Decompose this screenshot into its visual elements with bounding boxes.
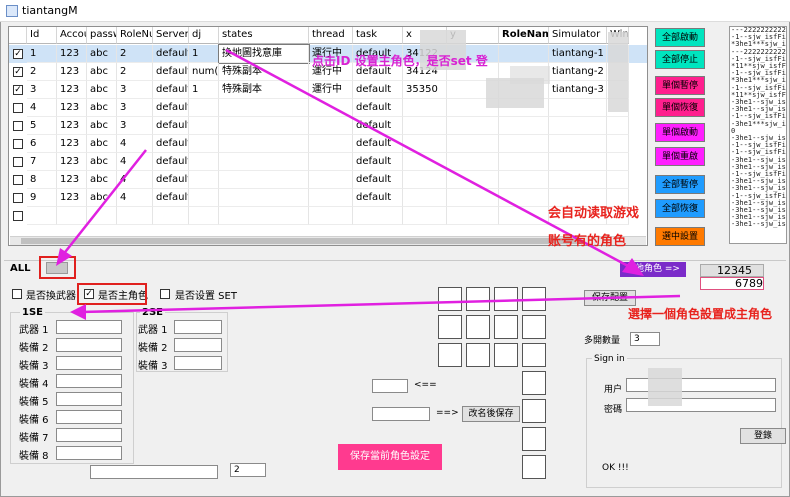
annotation-auto-read-1: 会自动读取游戏 (548, 206, 640, 221)
annotation-auto-read-2: 账号有的角色 (548, 234, 627, 249)
annotation-click-id: 点击ID 设置主角色，是否set 登 (312, 54, 488, 68)
annotation-choose-role: 選擇一個角色設置成主角色 (628, 307, 773, 321)
annotation-arrows (56, 48, 681, 320)
